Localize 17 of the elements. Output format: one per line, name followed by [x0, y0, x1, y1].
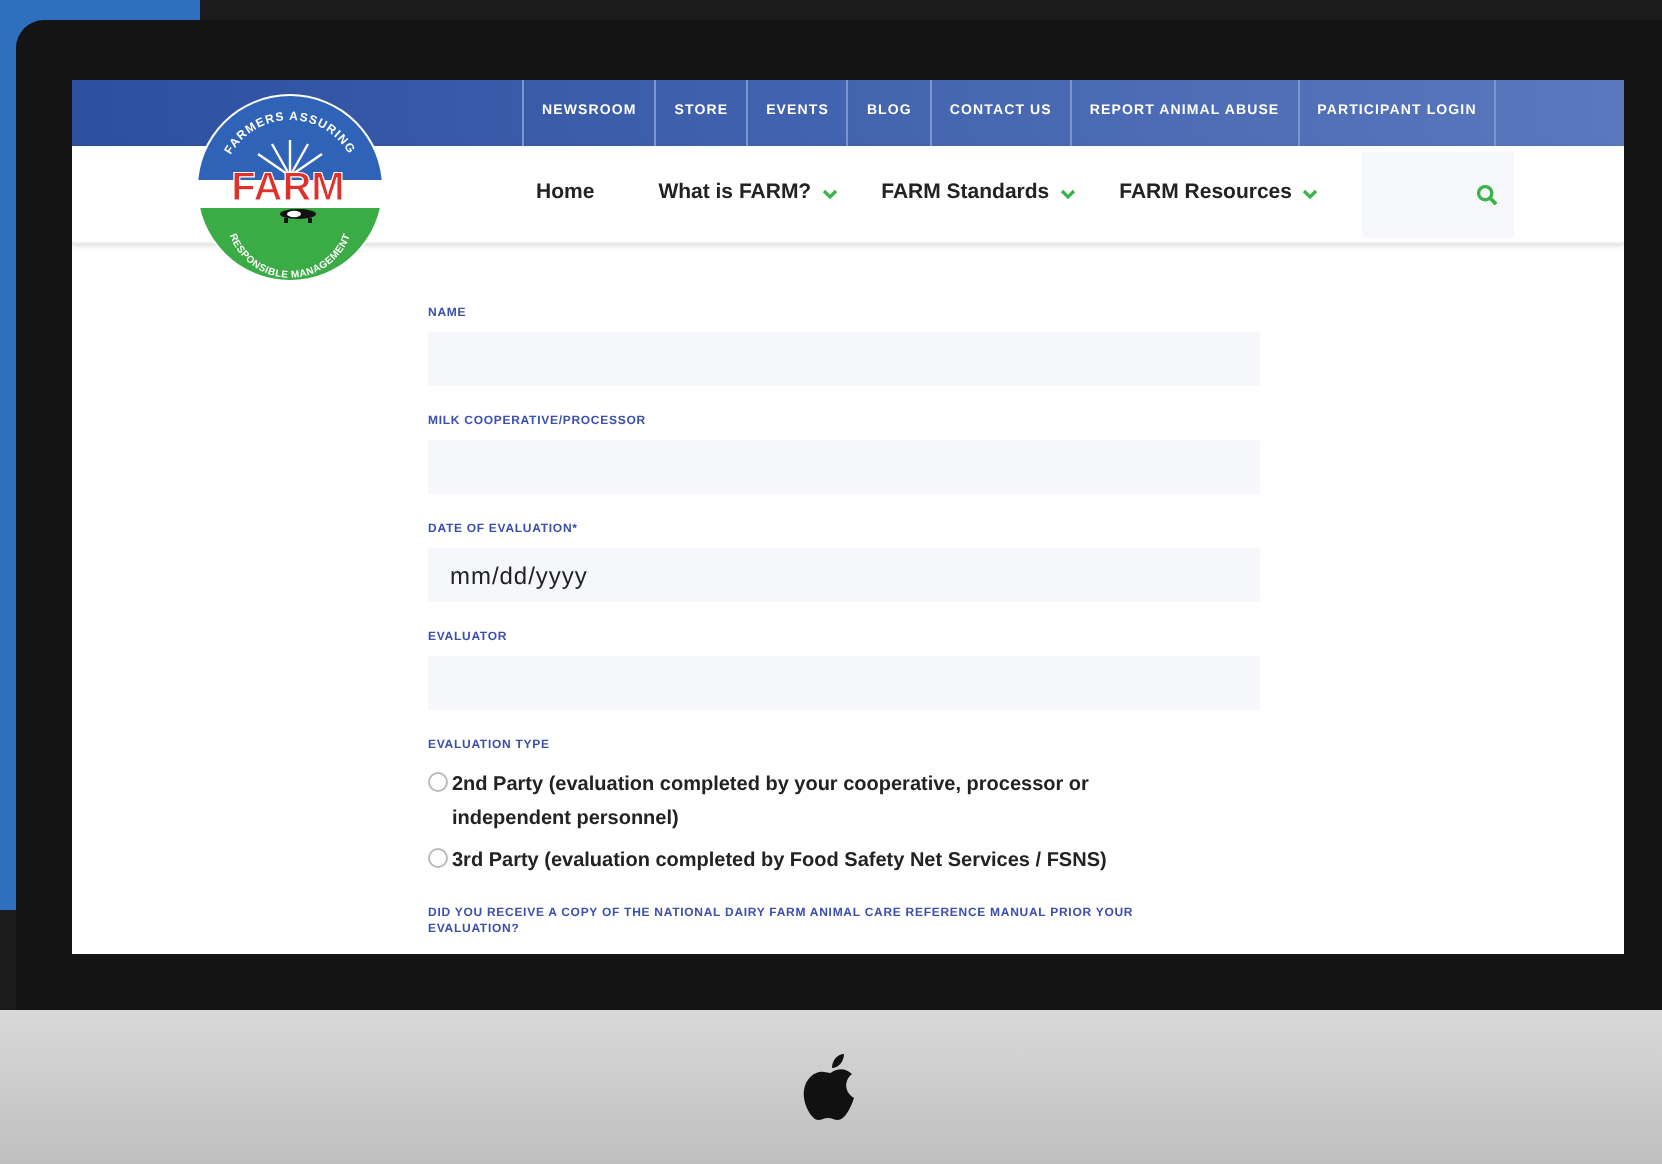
chevron-down-icon: [821, 188, 838, 200]
date-placeholder: mm/dd/yyyy: [450, 559, 588, 593]
logo-title: FARM: [231, 166, 345, 210]
date-field[interactable]: mm/dd/yyyy: [428, 548, 1260, 602]
search-icon: [1476, 183, 1498, 205]
nav-link[interactable]: FARM Standards: [881, 178, 1076, 210]
search-field[interactable]: [1361, 151, 1514, 237]
nav-link[interactable]: FARM Resources: [1119, 178, 1318, 210]
chevron-down-icon: [1059, 188, 1076, 200]
nav-link[interactable]: What is FARM?: [658, 178, 838, 210]
nav-link[interactable]: Home: [536, 178, 595, 210]
radio-button[interactable]: [428, 848, 448, 868]
radio-label: 2nd Party (evaluation completed by your cooperative, processor or independent personnel): [452, 772, 1091, 834]
radio-label: 3rd Party (evaluation completed by Food Safety Net Services / FSNS): [452, 848, 1109, 876]
chevron-down-icon: [1301, 188, 1318, 200]
radio-button[interactable]: [428, 772, 448, 792]
logo-badge[interactable]: [196, 94, 384, 282]
